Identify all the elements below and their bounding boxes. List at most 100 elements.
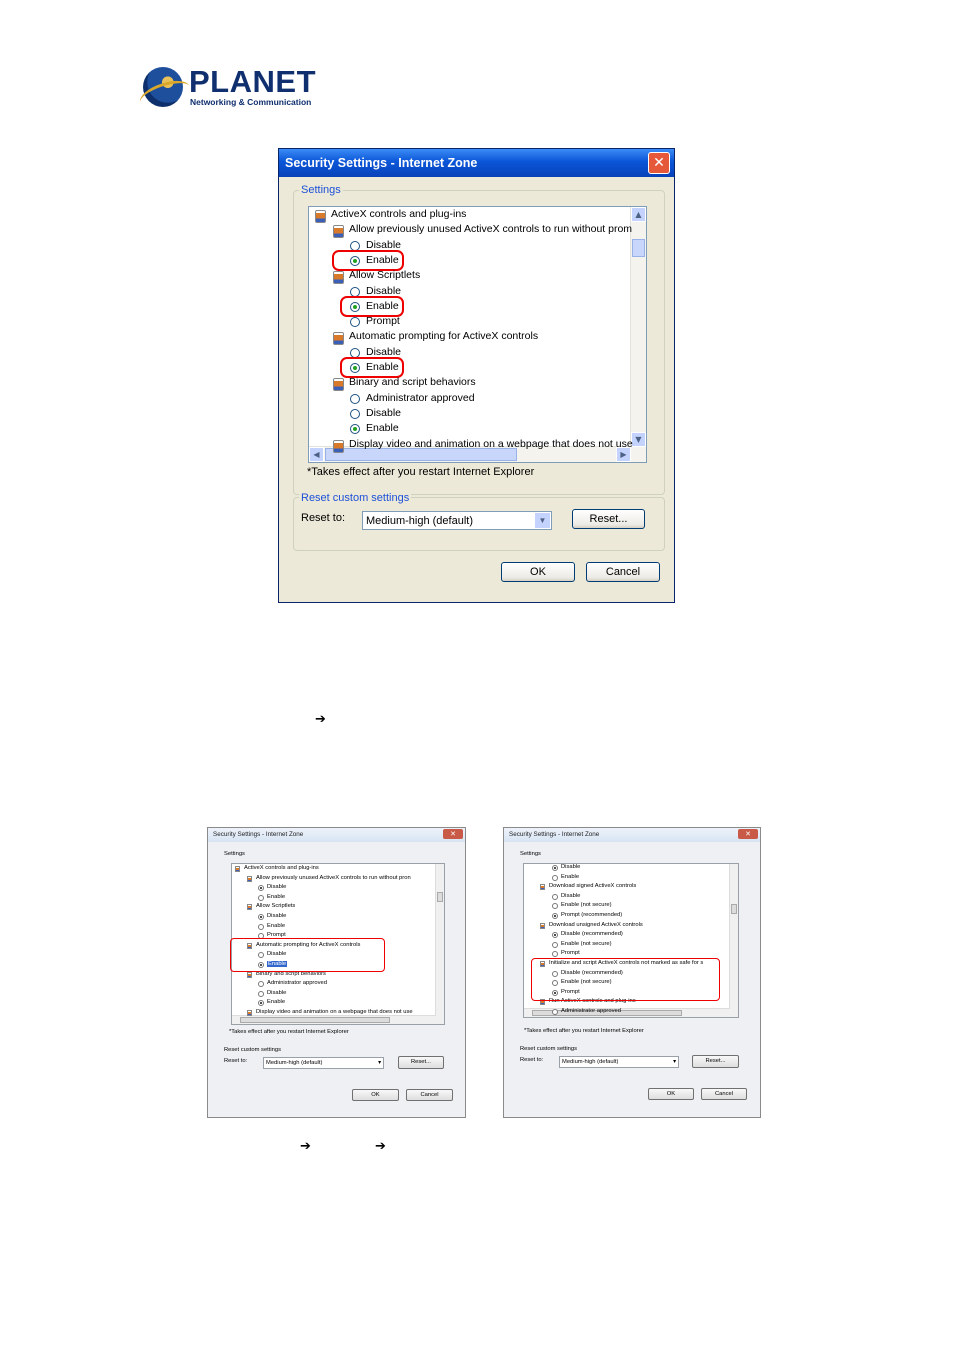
- setting-gear-icon: [235, 866, 240, 872]
- setting-gear-icon: [315, 210, 326, 223]
- settings-legend: Settings: [224, 851, 245, 857]
- radio-button[interactable]: [552, 893, 558, 900]
- option-label[interactable]: Disable: [366, 346, 401, 358]
- radio-button[interactable]: [258, 914, 264, 920]
- highlight-callout: [340, 295, 404, 317]
- option-label[interactable]: Administrator approved: [267, 980, 327, 986]
- highlight-callout: [230, 938, 385, 972]
- ok-button[interactable]: OK: [648, 1088, 694, 1100]
- reset-level-select[interactable]: Medium-high (default) ▾: [559, 1056, 679, 1068]
- dialog-title: Security Settings - Internet Zone: [213, 831, 304, 838]
- option-label[interactable]: Disable: [267, 884, 286, 890]
- radio-button[interactable]: [258, 923, 264, 930]
- radio-button[interactable]: [258, 894, 264, 901]
- radio-button[interactable]: [258, 1000, 264, 1007]
- option-label[interactable]: Disable: [366, 285, 401, 297]
- radio-button[interactable]: [552, 941, 558, 948]
- scroll-thumb[interactable]: [731, 904, 737, 914]
- reset-button[interactable]: Reset...: [398, 1056, 444, 1069]
- reset-level-value: Medium-high (default): [366, 515, 473, 527]
- setting-gear-icon: [247, 971, 252, 978]
- chevron-down-icon[interactable]: ▼: [535, 513, 550, 528]
- planet-logo-wordmark: PLANET: [189, 64, 316, 99]
- chevron-down-icon[interactable]: ▾: [673, 1059, 676, 1065]
- scroll-thumb[interactable]: [632, 239, 645, 257]
- radio-button[interactable]: [552, 903, 558, 910]
- option-label[interactable]: Prompt: [366, 315, 400, 327]
- option-label[interactable]: Administrator approved: [366, 392, 475, 404]
- option-label[interactable]: Enable (not secure): [561, 941, 612, 947]
- setting-gear-icon: [333, 225, 344, 239]
- category-label: ActiveX controls and plug-ins: [244, 865, 319, 871]
- option-label[interactable]: Enable: [366, 422, 399, 434]
- vertical-scrollbar[interactable]: [435, 864, 444, 1024]
- radio-button[interactable]: [552, 874, 558, 881]
- reset-level-select[interactable]: Medium-high (default) ▼: [362, 511, 552, 530]
- option-label[interactable]: Disable: [561, 893, 580, 899]
- cancel-button[interactable]: Cancel: [586, 562, 660, 582]
- planet-logo-tagline: Networking & Communication: [190, 97, 312, 107]
- restart-note: *Takes effect after you restart Internet…: [307, 466, 535, 478]
- radio-button[interactable]: [552, 913, 558, 919]
- option-label[interactable]: Enable: [267, 999, 285, 1005]
- chevron-down-icon[interactable]: ▾: [378, 1060, 381, 1066]
- horizontal-scrollbar[interactable]: [232, 1015, 436, 1024]
- close-icon[interactable]: ✕: [738, 829, 758, 839]
- reset-button[interactable]: Reset...: [572, 509, 645, 529]
- option-label[interactable]: Enable (not secure): [561, 902, 612, 908]
- setting-gear-icon: [540, 884, 545, 891]
- setting-label: Allow Scriptlets: [256, 903, 296, 910]
- reset-button[interactable]: Reset...: [692, 1055, 739, 1068]
- option-label[interactable]: Disable: [366, 239, 401, 251]
- cancel-button[interactable]: Cancel: [406, 1089, 453, 1101]
- radio-button[interactable]: [258, 885, 264, 892]
- arrow-icon: ➔: [300, 1139, 311, 1154]
- cancel-button[interactable]: Cancel: [701, 1088, 747, 1100]
- option-label[interactable]: Disable: [561, 864, 580, 870]
- vertical-scrollbar[interactable]: ▲ ▼: [630, 207, 646, 462]
- radio-button[interactable]: [552, 865, 558, 871]
- option-label[interactable]: Disable (recommended): [561, 931, 623, 937]
- reset-to-label: Reset to:: [224, 1058, 248, 1064]
- close-icon[interactable]: ✕: [443, 829, 463, 839]
- option-label[interactable]: Disable: [366, 407, 401, 419]
- radio-button[interactable]: [552, 932, 558, 939]
- scroll-left-icon[interactable]: ◀: [309, 447, 324, 462]
- vertical-scrollbar[interactable]: [729, 864, 738, 1017]
- radio-button[interactable]: [350, 408, 360, 419]
- setting-label: Automatic prompting for ActiveX controls: [349, 330, 539, 343]
- radio-button[interactable]: [552, 1009, 558, 1015]
- setting-label: Display video and animation on a webpage…: [349, 437, 633, 450]
- close-icon[interactable]: ✕: [648, 152, 670, 174]
- ok-button[interactable]: OK: [352, 1089, 399, 1101]
- radio-button[interactable]: [350, 317, 360, 328]
- option-label[interactable]: Prompt (recommended): [561, 912, 622, 918]
- scroll-up-icon[interactable]: ▲: [631, 207, 646, 222]
- option-label[interactable]: Administrator approved: [561, 1008, 621, 1014]
- settings-tree-list[interactable]: ▲ ▼ ◀ ▶ ActiveX controls and plug-ins All…: [308, 206, 647, 463]
- option-label[interactable]: Prompt: [561, 950, 580, 956]
- option-label[interactable]: Enable: [561, 874, 579, 880]
- ok-button[interactable]: OK: [501, 562, 575, 582]
- scroll-thumb[interactable]: [437, 892, 443, 902]
- dialog-titlebar: Security Settings - Internet Zone ✕: [504, 828, 760, 842]
- scroll-thumb-horizontal[interactable]: [325, 448, 517, 461]
- radio-button[interactable]: [258, 981, 264, 988]
- setting-gear-icon: [247, 875, 252, 882]
- option-label[interactable]: Disable: [267, 990, 286, 996]
- option-label[interactable]: Disable: [267, 913, 286, 919]
- scroll-thumb-horizontal[interactable]: [240, 1017, 390, 1023]
- highlight-callout: [332, 249, 404, 271]
- setting-label: Binary and script behaviors: [349, 376, 476, 389]
- radio-button[interactable]: [552, 951, 558, 958]
- setting-label: Allow Scriptlets: [349, 269, 421, 282]
- restart-note: *Takes effect after you restart Internet…: [229, 1029, 349, 1035]
- reset-level-select[interactable]: Medium-high (default) ▾: [263, 1057, 384, 1069]
- radio-button[interactable]: [258, 990, 264, 997]
- radio-button[interactable]: [350, 393, 360, 404]
- radio-button[interactable]: [350, 424, 360, 435]
- highlight-callout: [531, 958, 720, 1001]
- scroll-down-icon[interactable]: ▼: [631, 432, 646, 447]
- option-label[interactable]: Enable: [267, 923, 285, 929]
- option-label[interactable]: Enable: [267, 894, 285, 900]
